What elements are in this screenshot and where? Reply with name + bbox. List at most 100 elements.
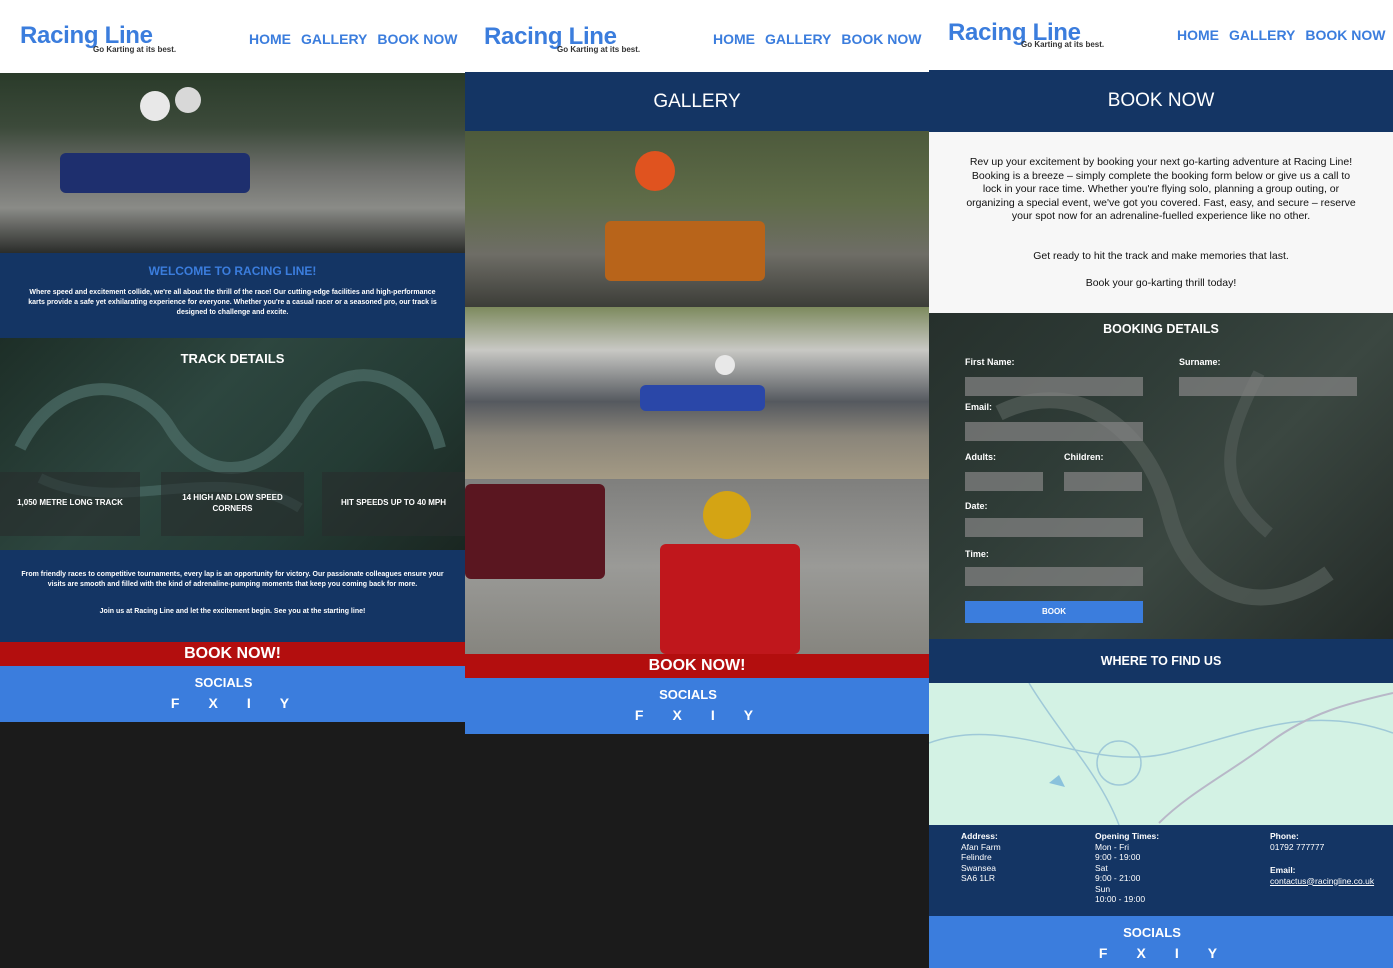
facebook-icon[interactable]: F — [1099, 945, 1108, 961]
header: Racing Line Go Karting at its best. HOME… — [0, 0, 465, 73]
phone-email-block: Phone: 01792 777777 Email: contactus@rac… — [1270, 831, 1374, 886]
socials-footer: SOCIALS F X I Y — [929, 916, 1393, 968]
surname-label: Surname: — [1179, 357, 1221, 367]
address-line: SA6 1LR — [961, 873, 996, 883]
track-details-title: TRACK DETAILS — [180, 351, 285, 366]
youtube-icon[interactable]: Y — [744, 707, 753, 723]
tagline: Go Karting at its best. — [557, 45, 641, 54]
nav-home[interactable]: HOME — [249, 31, 291, 47]
nav-home[interactable]: HOME — [713, 31, 755, 47]
social-icons: F X I Y — [465, 707, 923, 723]
address-line: Swansea — [961, 862, 996, 873]
socials-title: SOCIALS — [1123, 925, 1181, 940]
stat-track-length: 1,050 METRE LONG TRACK — [17, 498, 123, 507]
opening-time: 9:00 - 21:00 — [1095, 873, 1141, 883]
kart-shape — [60, 153, 250, 193]
contact-info: Address: Afan Farm Felindre Swansea SA6 … — [929, 825, 1393, 916]
map-roads — [929, 683, 1393, 825]
main-nav: HOME GALLERY BOOK NOW — [249, 31, 457, 47]
book-now-banner[interactable]: BOOK NOW! — [465, 654, 929, 678]
booking-title: BOOK NOW — [929, 70, 1393, 132]
location-map[interactable] — [929, 683, 1393, 825]
youtube-icon[interactable]: Y — [1208, 945, 1217, 961]
stat-corners: 14 HIGH AND LOW SPEED CORNERS — [182, 493, 283, 513]
welcome-text: Where speed and excitement collide, we'r… — [28, 289, 437, 316]
opening-times-label: Opening Times: — [1095, 831, 1160, 841]
booking-line-3: Book your go-karting thrill today! — [1085, 277, 1237, 289]
time-input[interactable] — [965, 567, 1143, 586]
nav-book-now[interactable]: BOOK NOW — [841, 31, 921, 47]
main-nav: HOME GALLERY BOOK NOW — [713, 31, 921, 47]
socials-footer: SOCIALS F X I Y — [465, 678, 929, 734]
kart-shape — [660, 544, 800, 654]
instagram-icon[interactable]: I — [1175, 945, 1179, 961]
book-now-banner[interactable]: BOOK NOW! — [0, 642, 465, 666]
nav-book-now[interactable]: BOOK NOW — [377, 31, 457, 47]
socials-footer: SOCIALS F X I Y — [0, 666, 465, 722]
booking-form-title: BOOKING DETAILS — [1103, 322, 1219, 336]
opening-time: Mon - Fri — [1095, 841, 1129, 852]
nav-book-now[interactable]: BOOK NOW — [1305, 27, 1385, 43]
surname-input[interactable] — [1179, 377, 1357, 396]
address-label: Address: — [961, 831, 998, 841]
children-input[interactable] — [1064, 472, 1142, 491]
address-line: Afan Farm — [961, 841, 1001, 852]
adults-input[interactable] — [965, 472, 1043, 491]
stat-speed: HIT SPEEDS UP TO 40 MPH — [340, 498, 447, 507]
main-nav: HOME GALLERY BOOK NOW — [1177, 27, 1385, 43]
helmet-shape — [140, 91, 170, 121]
instagram-icon[interactable]: I — [247, 695, 251, 711]
date-input[interactable] — [965, 518, 1143, 537]
header: Racing Line Go Karting at its best. HOME… — [465, 0, 929, 72]
x-icon[interactable]: X — [208, 695, 217, 711]
opening-time: 10:00 - 19:00 — [1095, 894, 1146, 904]
email-link[interactable]: contactus@racingline.co.uk — [1270, 876, 1374, 887]
header: Racing Line Go Karting at its best. HOME… — [929, 0, 1393, 70]
outro-text-2: Join us at Racing Line and let the excit… — [99, 608, 366, 615]
welcome-section: WELCOME TO RACING LINE! Where speed and … — [0, 253, 465, 338]
helmet-shape — [715, 355, 735, 375]
x-icon[interactable]: X — [672, 707, 681, 723]
stat-card: 14 HIGH AND LOW SPEED CORNERS — [161, 472, 304, 536]
nav-gallery[interactable]: GALLERY — [301, 31, 367, 47]
youtube-icon[interactable]: Y — [280, 695, 289, 711]
phone-label: Phone: — [1270, 831, 1299, 841]
kart-shape — [465, 484, 605, 579]
helmet-shape — [635, 151, 675, 191]
email-input[interactable] — [965, 422, 1143, 441]
gallery-image-3 — [465, 479, 929, 654]
booking-page: Racing Line Go Karting at its best. HOME… — [929, 0, 1393, 968]
date-label: Date: — [965, 501, 988, 511]
booking-line-2: Get ready to hit the track and make memo… — [1033, 250, 1289, 262]
outro-section: From friendly races to competitive tourn… — [0, 550, 465, 642]
nav-home[interactable]: HOME — [1177, 27, 1219, 43]
gallery-image-2 — [465, 307, 929, 479]
facebook-icon[interactable]: F — [171, 695, 180, 711]
book-submit-button[interactable]: BOOK — [965, 601, 1143, 623]
first-name-label: First Name: — [965, 357, 1015, 367]
phone-number[interactable]: 01792 777777 — [1270, 842, 1374, 853]
nav-gallery[interactable]: GALLERY — [1229, 27, 1295, 43]
helmet-shape — [703, 491, 751, 539]
email-label: Email: — [965, 402, 993, 412]
facebook-icon[interactable]: F — [635, 707, 644, 723]
welcome-title: WELCOME TO RACING LINE! — [148, 264, 317, 278]
address-block: Address: Afan Farm Felindre Swansea SA6 … — [961, 831, 1001, 884]
children-label: Children: — [1064, 452, 1104, 462]
kart-shape — [640, 385, 765, 411]
gallery-title: GALLERY — [465, 72, 929, 131]
socials-title: SOCIALS — [659, 687, 717, 702]
hero-image — [0, 73, 465, 253]
opening-times-block: Opening Times: Mon - Fri 9:00 - 19:00 Sa… — [1095, 831, 1159, 905]
nav-gallery[interactable]: GALLERY — [765, 31, 831, 47]
first-name-input[interactable] — [965, 377, 1143, 396]
social-icons: F X I Y — [0, 695, 460, 711]
social-icons: F X I Y — [929, 945, 1387, 961]
adults-label: Adults: — [965, 452, 996, 462]
instagram-icon[interactable]: I — [711, 707, 715, 723]
gallery-image-1 — [465, 131, 929, 307]
address-line: Felindre — [961, 852, 992, 862]
x-icon[interactable]: X — [1136, 945, 1145, 961]
booking-intro-section: Rev up your excitement by booking your n… — [929, 132, 1393, 313]
tagline: Go Karting at its best. — [1021, 40, 1105, 49]
